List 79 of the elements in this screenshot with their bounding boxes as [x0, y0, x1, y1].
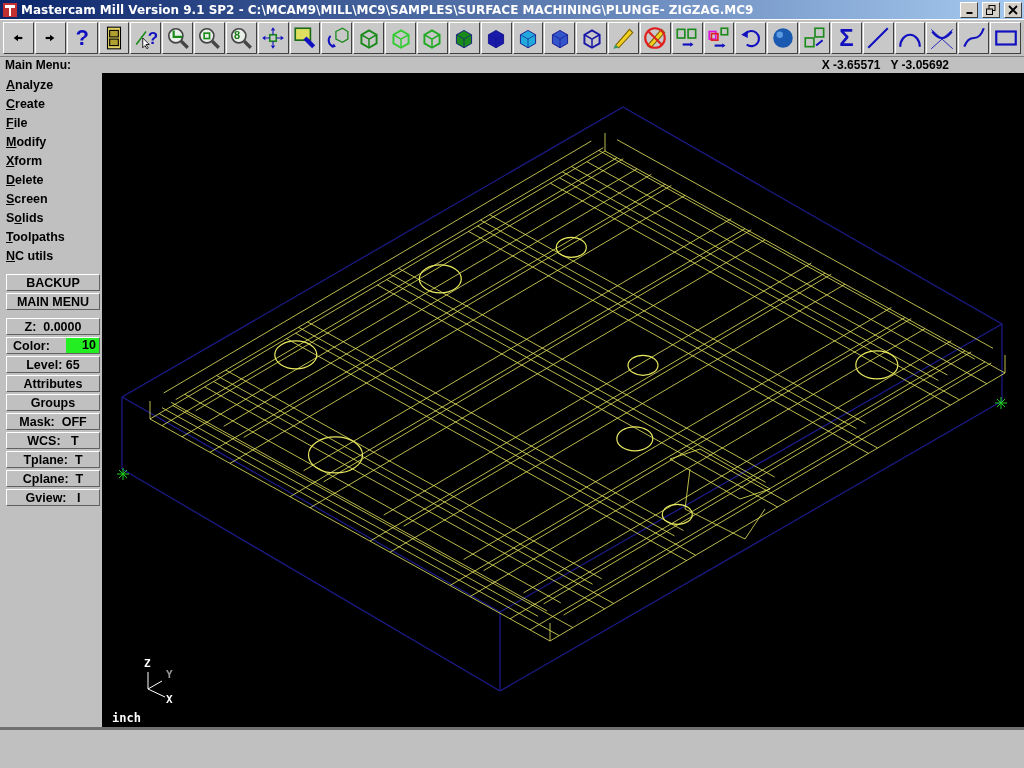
x-axis-label: X	[166, 694, 173, 705]
shaded-cube-button[interactable]	[544, 22, 576, 54]
wireframe-cube-button[interactable]	[576, 22, 608, 54]
wireframe-cube-button[interactable]	[353, 22, 385, 54]
setting-button[interactable]: Mask: OFF	[6, 413, 100, 430]
y-axis-label: Y	[166, 669, 173, 680]
pencil-button[interactable]	[608, 22, 639, 54]
color-swatch: 10	[66, 338, 99, 353]
color-label: Color:	[13, 338, 50, 353]
no-pencil-icon	[642, 25, 669, 51]
menu-item[interactable]: NC utils	[6, 247, 100, 266]
nav-button[interactable]: BACKUP	[6, 274, 100, 291]
line-button[interactable]	[862, 22, 894, 54]
zoom-icon	[196, 25, 223, 51]
zoom-button[interactable]: 8	[225, 22, 257, 54]
minimize-icon	[965, 11, 973, 14]
move-button[interactable]	[671, 22, 703, 54]
z-axis-label: Z	[144, 658, 151, 669]
y-coordinate: Y -3.05692	[890, 58, 949, 72]
nav-button[interactable]: MAIN MENU	[6, 293, 100, 310]
undo-button[interactable]	[735, 22, 767, 54]
setting-button[interactable]: Cplane: T	[6, 470, 100, 487]
setting-button[interactable]: WCS: T	[6, 432, 100, 449]
cabinet-button[interactable]	[98, 22, 130, 54]
anchor-marker-icon	[994, 396, 1008, 410]
pan-button[interactable]	[257, 22, 289, 54]
sphere-button[interactable]	[767, 22, 799, 54]
shaded-cube-button[interactable]	[512, 22, 544, 54]
anchor-marker-icon	[116, 467, 130, 481]
restore-icon	[986, 4, 996, 15]
window-title: Mastercam Mill Version 9.1 SP2 - C:\MCAM9\MILL\MC9\SAMPLES\SURFACE MACHINING\PLUNGE- ZIGZAG.MC9	[21, 2, 755, 17]
setting-button[interactable]: Groups	[6, 394, 100, 411]
axis-triad-icon	[147, 671, 166, 698]
shaded-cube-button[interactable]	[480, 22, 512, 54]
menu-item[interactable]: Solids	[6, 209, 100, 228]
menu-item[interactable]: Analyze	[6, 76, 100, 95]
close-button[interactable]	[1004, 1, 1022, 18]
spline-button[interactable]	[958, 22, 990, 54]
color-setting[interactable]: Color: 10	[6, 337, 100, 354]
fillet-button[interactable]	[926, 22, 958, 54]
arc-button[interactable]	[894, 22, 926, 54]
menu-item[interactable]: Toolpaths	[6, 228, 100, 247]
pointer-query-button[interactable]: ?	[130, 22, 162, 54]
setting-button[interactable]: Attributes	[6, 375, 100, 392]
setting-button[interactable]: Level: 65	[6, 356, 100, 373]
setting-button[interactable]: Gview: I	[6, 489, 100, 506]
wireframe-cube-button[interactable]	[385, 22, 416, 54]
close-icon	[1008, 4, 1018, 15]
no-pencil-button[interactable]	[639, 22, 671, 54]
copy-button[interactable]	[703, 22, 735, 54]
units-label: inch	[112, 711, 141, 725]
forward-arrow-button[interactable]	[34, 22, 66, 54]
menu-item[interactable]: Create	[6, 95, 100, 114]
minimize-button[interactable]	[960, 1, 978, 18]
back-arrow-button[interactable]	[3, 22, 34, 54]
zoom-button[interactable]	[194, 22, 225, 54]
zoom-icon	[228, 25, 255, 51]
paintbrush-button[interactable]	[289, 22, 321, 54]
menu-title: Main Menu:	[5, 58, 72, 72]
menu-item[interactable]: File	[6, 114, 100, 133]
menu-item[interactable]: Modify	[6, 133, 100, 152]
rectangle-button[interactable]	[990, 22, 1021, 54]
x-coordinate: X -3.65571	[821, 58, 881, 72]
shaded-cube-button[interactable]	[448, 22, 480, 54]
zoom-window-button[interactable]	[162, 22, 194, 54]
menu-item[interactable]: Screen	[6, 190, 100, 209]
setting-button[interactable]: Z: 0.0000	[6, 318, 100, 335]
help-button[interactable]: ?	[66, 22, 98, 54]
pencil-icon	[610, 25, 637, 51]
wireframe-cube-button[interactable]	[416, 22, 448, 54]
paintbrush-icon	[292, 25, 318, 51]
cubes-button[interactable]	[799, 22, 830, 54]
app-icon[interactable]	[2, 1, 18, 18]
rotate-cube-button[interactable]	[321, 22, 353, 54]
setting-button[interactable]: Tplane: T	[6, 451, 100, 468]
menu-item[interactable]: Xform	[6, 152, 100, 171]
menu-item[interactable]: Delete	[6, 171, 100, 190]
sigma-button[interactable]: Σ	[830, 22, 862, 54]
restore-button[interactable]	[982, 1, 1000, 18]
